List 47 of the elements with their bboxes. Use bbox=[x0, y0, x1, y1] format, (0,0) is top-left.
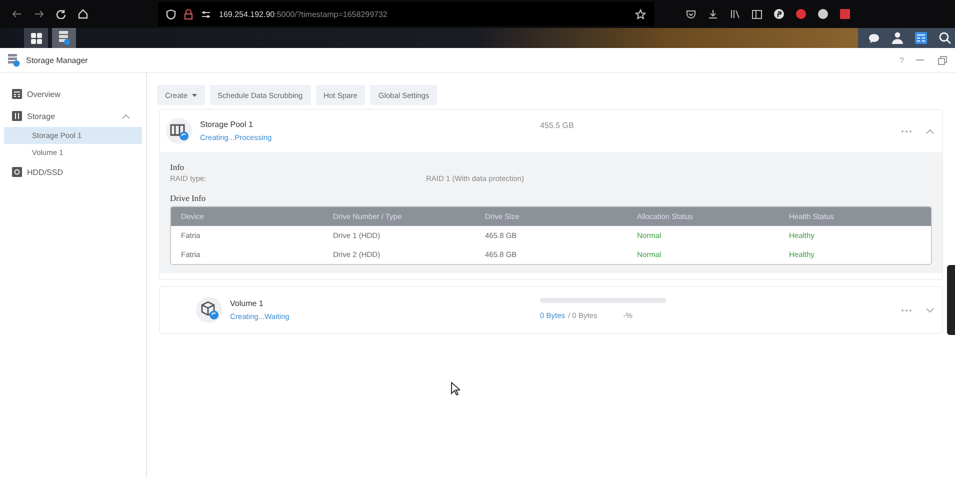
user-icon[interactable] bbox=[892, 32, 903, 44]
forward-arrow-icon[interactable] bbox=[34, 9, 44, 19]
volume-icon bbox=[196, 297, 222, 323]
address-bar[interactable]: 169.254.192.90:5000/?timestamp=1658299732 bbox=[158, 2, 654, 26]
help-button[interactable]: ? bbox=[900, 56, 904, 64]
pool-name: Storage Pool 1 bbox=[200, 120, 254, 129]
caret-icon bbox=[192, 94, 197, 96]
back-arrow-icon[interactable] bbox=[12, 9, 22, 19]
storage-icon bbox=[12, 111, 22, 121]
floating-side-panel bbox=[947, 265, 955, 335]
widgets-icon[interactable] bbox=[915, 32, 927, 44]
shield-icon[interactable] bbox=[166, 8, 176, 20]
chat-bubble-icon[interactable] bbox=[868, 32, 880, 44]
mouse-pointer-icon bbox=[451, 382, 460, 396]
download-icon[interactable] bbox=[708, 9, 718, 19]
sidebar-item[interactable]: Storage bbox=[4, 105, 142, 127]
storage-pool-icon bbox=[166, 118, 192, 144]
home-icon[interactable] bbox=[78, 9, 88, 19]
section-heading: Info bbox=[170, 162, 186, 172]
extension-icon[interactable] bbox=[774, 9, 784, 19]
sidebar-item[interactable]: HDD/SSD bbox=[4, 161, 142, 183]
overview-icon bbox=[12, 89, 22, 99]
pool-size: 455.5 GB bbox=[540, 120, 574, 130]
extension-icon[interactable] bbox=[818, 9, 828, 19]
url-text[interactable]: 169.254.192.90:5000/?timestamp=1658299732 bbox=[219, 10, 388, 18]
sidebar-item-label: Overview bbox=[27, 90, 60, 98]
disk-icon bbox=[12, 167, 22, 177]
main-menu-button[interactable] bbox=[24, 28, 48, 48]
star-icon[interactable] bbox=[635, 8, 646, 20]
grid-icon bbox=[30, 32, 42, 44]
restore-icon[interactable] bbox=[938, 56, 947, 64]
storage-app-icon bbox=[58, 31, 70, 45]
window-title: Storage Manager bbox=[26, 56, 88, 64]
search-icon[interactable] bbox=[939, 32, 951, 44]
sidebar-icon[interactable] bbox=[752, 10, 762, 18]
section-heading: Drive Info bbox=[170, 193, 207, 203]
sidebar-item-label: HDD/SSD bbox=[27, 168, 64, 176]
reload-icon[interactable] bbox=[56, 9, 66, 19]
storage-app-button[interactable] bbox=[52, 28, 76, 48]
sidebar-item[interactable]: Overview bbox=[4, 83, 142, 105]
library-icon[interactable] bbox=[730, 9, 740, 19]
storage-app-icon bbox=[8, 54, 20, 66]
sidebar-item-label: Storage bbox=[27, 112, 56, 120]
volume-name: Volume 1 bbox=[230, 299, 264, 308]
lock-warning-icon[interactable] bbox=[184, 8, 193, 20]
permissions-icon[interactable] bbox=[201, 10, 211, 18]
pocket-icon[interactable] bbox=[686, 9, 696, 19]
